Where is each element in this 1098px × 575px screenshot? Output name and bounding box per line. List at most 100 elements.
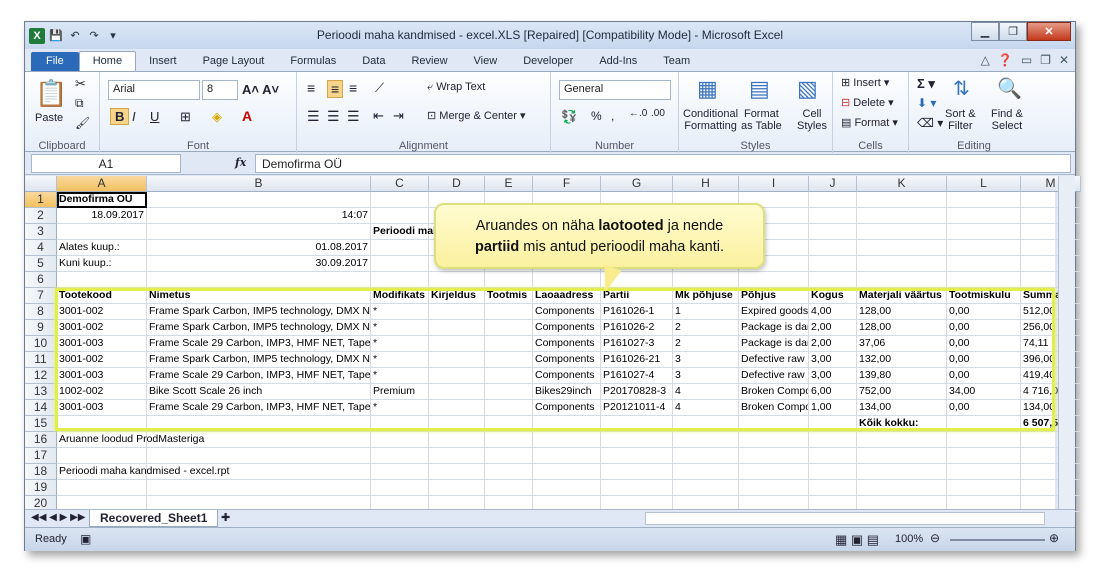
increase-decimal-icon[interactable]: ←.0 [629,108,647,119]
number-format-select[interactable]: General [559,80,671,100]
grid-cell[interactable] [533,480,601,496]
zoom-level[interactable]: 100% [895,533,923,545]
column-header[interactable]: B [147,176,371,192]
tab-review[interactable]: Review [398,52,460,71]
tab-home[interactable]: Home [78,51,137,71]
ribbon-minimize-icon[interactable]: △ [981,53,990,67]
grid-cell[interactable] [739,464,809,480]
format-table-icon[interactable]: ▤ [749,76,770,102]
grid-cell[interactable] [147,272,371,288]
report-time-cell[interactable]: 14:07 [147,208,371,224]
grid-cell[interactable] [371,448,429,464]
grid-cell[interactable] [429,272,485,288]
grid-cell[interactable] [485,448,533,464]
grid-cell[interactable] [857,240,947,256]
insert-cells-button[interactable]: ⊞ Insert ▾ [841,76,889,89]
name-box[interactable]: A1 [31,154,181,173]
column-header[interactable]: C [371,176,429,192]
grid-cell[interactable] [809,240,857,256]
row-header[interactable]: 4 [25,240,57,256]
grid-cell[interactable] [857,432,947,448]
grid-cell[interactable] [429,480,485,496]
row-header[interactable]: 19 [25,480,57,496]
row-header[interactable]: 18 [25,464,57,480]
grow-font-icon[interactable]: A˄ A˅ [242,82,279,97]
grid-cell[interactable] [371,272,429,288]
grid-cell[interactable] [947,448,1021,464]
grid-cell[interactable] [857,464,947,480]
to-date-value[interactable]: 30.09.2017 [147,256,371,272]
column-header[interactable]: F [533,176,601,192]
tab-developer[interactable]: Developer [510,52,586,71]
grid-cell[interactable] [739,432,809,448]
grid-cell[interactable] [485,464,533,480]
merge-center-button[interactable]: ⊡ Merge & Center ▾ [427,109,526,122]
row-header[interactable]: 10 [25,336,57,352]
grid-cell[interactable] [739,448,809,464]
grid-cell[interactable] [857,192,947,208]
row-header[interactable]: 16 [25,432,57,448]
column-header[interactable]: I [739,176,809,192]
grid-cell[interactable] [673,432,739,448]
row-header[interactable]: 13 [25,384,57,400]
align-left-icon[interactable]: ☰ [307,108,320,125]
grid-cell[interactable] [57,272,147,288]
wrap-text-button[interactable]: ⤶ Wrap Text [427,81,485,94]
column-header[interactable]: H [673,176,739,192]
grid-cell[interactable] [533,464,601,480]
tab-formulas[interactable]: Formulas [277,52,349,71]
grid-cell[interactable] [485,272,533,288]
grid-cell[interactable] [601,432,673,448]
row-header[interactable]: 5 [25,256,57,272]
fill-icon[interactable]: ⬇ ▾ [917,96,936,110]
sheet-tab[interactable]: Recovered_Sheet1 [89,510,219,527]
percent-button[interactable]: % [591,109,602,123]
grid-cell[interactable] [947,192,1021,208]
row-header[interactable]: 15 [25,416,57,432]
formula-input[interactable]: Demofirma OÜ [255,154,1071,173]
doc-minimize-icon[interactable]: ▭ [1021,53,1032,67]
grid-cell[interactable] [429,432,485,448]
grid-cell[interactable] [857,448,947,464]
decrease-decimal-icon[interactable]: .00 [651,108,665,119]
grid-cell[interactable] [601,448,673,464]
grid-cell[interactable] [371,480,429,496]
footer-note-cell[interactable]: Aruanne loodud ProdMasteriga [57,432,429,448]
zoom-in-icon[interactable]: ⊕ [1049,531,1059,545]
grid-cell[interactable] [809,448,857,464]
grid-cell[interactable] [857,480,947,496]
doc-close-icon[interactable]: ✕ [1059,53,1069,67]
row-header[interactable]: 17 [25,448,57,464]
paste-icon[interactable]: 📋 [35,78,67,109]
align-center-icon[interactable]: ☰ [327,108,340,125]
conditional-formatting-button[interactable]: Conditional Formatting [683,108,738,132]
redo-icon[interactable]: ↷ [86,28,102,44]
grid-cell[interactable] [947,272,1021,288]
underline-button[interactable]: U [150,109,159,124]
grid-cell[interactable] [533,272,601,288]
borders-icon[interactable]: ⊞ [180,109,191,125]
cut-icon[interactable]: ✂ [75,76,86,92]
grid-cell[interactable] [673,448,739,464]
grid-cell[interactable] [371,192,429,208]
align-right-icon[interactable]: ☰ [347,108,360,125]
grid-cell[interactable] [147,448,371,464]
excel-app-icon[interactable]: X [29,27,45,44]
paste-button[interactable]: Paste [35,112,63,124]
row-header[interactable]: 8 [25,304,57,320]
vertical-scrollbar[interactable] [1058,176,1075,509]
grid-cell[interactable] [947,256,1021,272]
grid-cell[interactable] [857,256,947,272]
grid-cell[interactable] [371,240,429,256]
doc-restore-icon[interactable]: ❐ [1040,53,1051,67]
tab-file[interactable]: File [31,52,79,71]
grid-cell[interactable] [809,224,857,240]
maximize-button[interactable]: ❐ [999,22,1027,41]
find-select-icon[interactable]: 🔍 [997,76,1022,101]
from-date-label[interactable]: Alates kuup.: [57,240,147,256]
grid-cell[interactable] [57,448,147,464]
align-middle-icon[interactable]: ≡ [327,80,344,98]
tab-add-ins[interactable]: Add-Ins [586,52,650,71]
grid-cell[interactable] [429,464,485,480]
row-header[interactable]: 7 [25,288,57,304]
